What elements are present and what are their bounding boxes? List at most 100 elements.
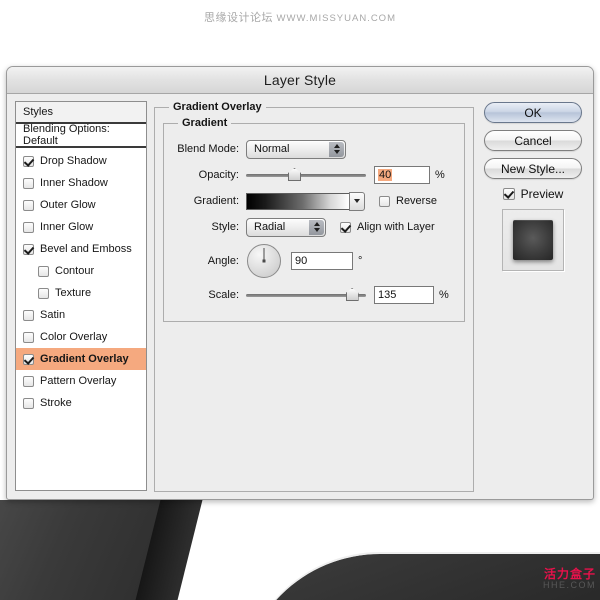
effect-item[interactable]: Inner Glow [16, 216, 146, 238]
scale-label: Scale: [208, 289, 239, 301]
styles-panel-header[interactable]: Styles [16, 102, 146, 124]
angle-unit: ° [358, 255, 363, 267]
effect-label: Texture [55, 287, 92, 299]
gradient-overlay-legend: Gradient Overlay [173, 101, 262, 113]
effect-label: Color Overlay [40, 331, 108, 343]
opacity-slider-thumb[interactable] [288, 168, 301, 181]
preview-checkbox[interactable]: Preview [502, 187, 564, 201]
effect-label: Stroke [40, 397, 72, 409]
dialog-body: Styles Blending Options: Default Drop Sh… [7, 94, 593, 499]
preview-thumbnail-shape [513, 220, 553, 260]
styles-panel: Styles Blending Options: Default Drop Sh… [15, 101, 147, 491]
effect-checkbox[interactable] [23, 243, 34, 255]
effect-label: Pattern Overlay [40, 375, 117, 387]
effect-checkbox[interactable] [38, 265, 49, 277]
background-artwork: 活力盒子 HHE.COM [0, 500, 600, 600]
preview-thumbnail [502, 209, 564, 271]
dialog-titlebar[interactable]: Layer Style [7, 67, 593, 94]
effect-item[interactable]: Outer Glow [16, 194, 146, 216]
style-value: Radial [254, 221, 286, 233]
gradient-dropdown-button[interactable] [349, 191, 365, 211]
effect-checkbox[interactable] [23, 331, 34, 343]
dialog-title: Layer Style [263, 72, 337, 88]
effect-label: Contour [55, 265, 95, 277]
effect-label: Bevel and Emboss [40, 243, 132, 255]
blend-mode-select[interactable]: Normal [246, 139, 346, 159]
effect-checkbox[interactable] [23, 353, 34, 365]
preview-checkbox-box[interactable] [502, 188, 515, 200]
dialog-actions: OK Cancel New Style... Preview [481, 101, 585, 491]
style-select[interactable]: Radial [246, 217, 326, 237]
chevron-down-icon [354, 199, 360, 203]
effect-item[interactable]: Drop Shadow [16, 150, 146, 172]
effect-label: Outer Glow [40, 199, 96, 211]
effect-item[interactable]: Stroke [16, 392, 146, 414]
angle-input[interactable]: 90 [291, 252, 353, 270]
blend-mode-row: Blend Mode: Normal [172, 137, 456, 161]
blend-mode-value: Normal [254, 143, 290, 155]
reverse-checkbox[interactable]: Reverse [379, 195, 437, 207]
effect-item[interactable]: Texture [16, 282, 146, 304]
angle-dial-hub [262, 259, 266, 263]
scale-slider[interactable] [246, 287, 366, 303]
effect-checkbox[interactable] [23, 397, 34, 409]
new-style-button-label: New Style... [500, 161, 566, 176]
angle-value: 90 [295, 255, 308, 267]
effect-label: Drop Shadow [40, 155, 107, 167]
reverse-label: Reverse [396, 195, 437, 207]
opacity-slider[interactable] [246, 167, 366, 183]
align-with-layer-checkbox[interactable]: Align with Layer [340, 221, 435, 233]
gradient-legend: Gradient [182, 117, 228, 129]
effect-checkbox[interactable] [23, 221, 34, 233]
effect-checkbox[interactable] [23, 199, 34, 211]
blend-mode-label: Blend Mode: [177, 143, 239, 155]
angle-label: Angle: [207, 255, 239, 267]
scale-value: 135 [378, 289, 397, 301]
effect-item[interactable]: Gradient Overlay [16, 348, 146, 370]
opacity-row: Opacity: 40 % [172, 163, 456, 187]
effect-checkbox[interactable] [23, 309, 34, 321]
effect-checkbox[interactable] [23, 177, 34, 189]
angle-row: Angle: 90 ° [172, 241, 456, 281]
scale-row: Scale: 135 % [172, 283, 456, 307]
style-row: Style: Radial Align with Layer [172, 215, 456, 239]
bottom-watermark-zh: 活力盒子 [543, 567, 596, 581]
effect-item[interactable]: Color Overlay [16, 326, 146, 348]
gradient-swatch[interactable] [246, 192, 350, 210]
artwork-glow [170, 544, 410, 600]
effect-item[interactable]: Inner Shadow [16, 172, 146, 194]
effect-label: Satin [40, 309, 66, 321]
gradient-picker[interactable] [246, 191, 365, 211]
reverse-checkbox-box[interactable] [379, 195, 390, 207]
blending-options-row[interactable]: Blending Options: Default [16, 123, 146, 148]
ok-button[interactable]: OK [484, 102, 582, 123]
scale-input[interactable]: 135 [374, 286, 434, 304]
preview-label: Preview [520, 187, 564, 201]
gradient-overlay-panel: Gradient Overlay Gradient Blend Mode: No… [154, 101, 474, 492]
opacity-input[interactable]: 40 [374, 166, 430, 184]
angle-dial[interactable] [247, 244, 281, 278]
effect-item[interactable]: Pattern Overlay [16, 370, 146, 392]
effect-item[interactable]: Bevel and Emboss [16, 238, 146, 260]
scale-slider-thumb[interactable] [345, 288, 359, 301]
effects-list: Drop Shadow Inner Shadow Outer Glow Inner G… [16, 148, 146, 490]
effect-item[interactable]: Satin [16, 304, 146, 326]
gradient-group: Gradient Blend Mode: Normal Opacity: 40 … [163, 117, 465, 322]
effect-checkbox[interactable] [23, 375, 34, 387]
top-watermark-site: WWW.MISSYUAN.COM [276, 13, 396, 24]
top-watermark-zh: 思缘设计论坛 [203, 12, 273, 24]
align-with-layer-box[interactable] [340, 221, 351, 233]
cancel-button[interactable]: Cancel [484, 130, 582, 151]
opacity-value: 40 [378, 169, 393, 181]
bottom-watermark-en: HHE.COM [543, 579, 596, 590]
new-style-button[interactable]: New Style... [484, 158, 582, 179]
screenshot-root: 思缘设计论坛 WWW.MISSYUAN.COM 活力盒子 HHE.COM Lay… [0, 0, 600, 600]
top-watermark: 思缘设计论坛 WWW.MISSYUAN.COM [0, 9, 600, 25]
effect-label: Gradient Overlay [40, 353, 129, 365]
updown-arrows-icon [309, 219, 324, 235]
effect-checkbox[interactable] [38, 287, 49, 299]
updown-arrows-icon [329, 141, 344, 157]
opacity-unit: % [435, 169, 445, 181]
effect-item[interactable]: Contour [16, 260, 146, 282]
effect-checkbox[interactable] [23, 155, 34, 167]
